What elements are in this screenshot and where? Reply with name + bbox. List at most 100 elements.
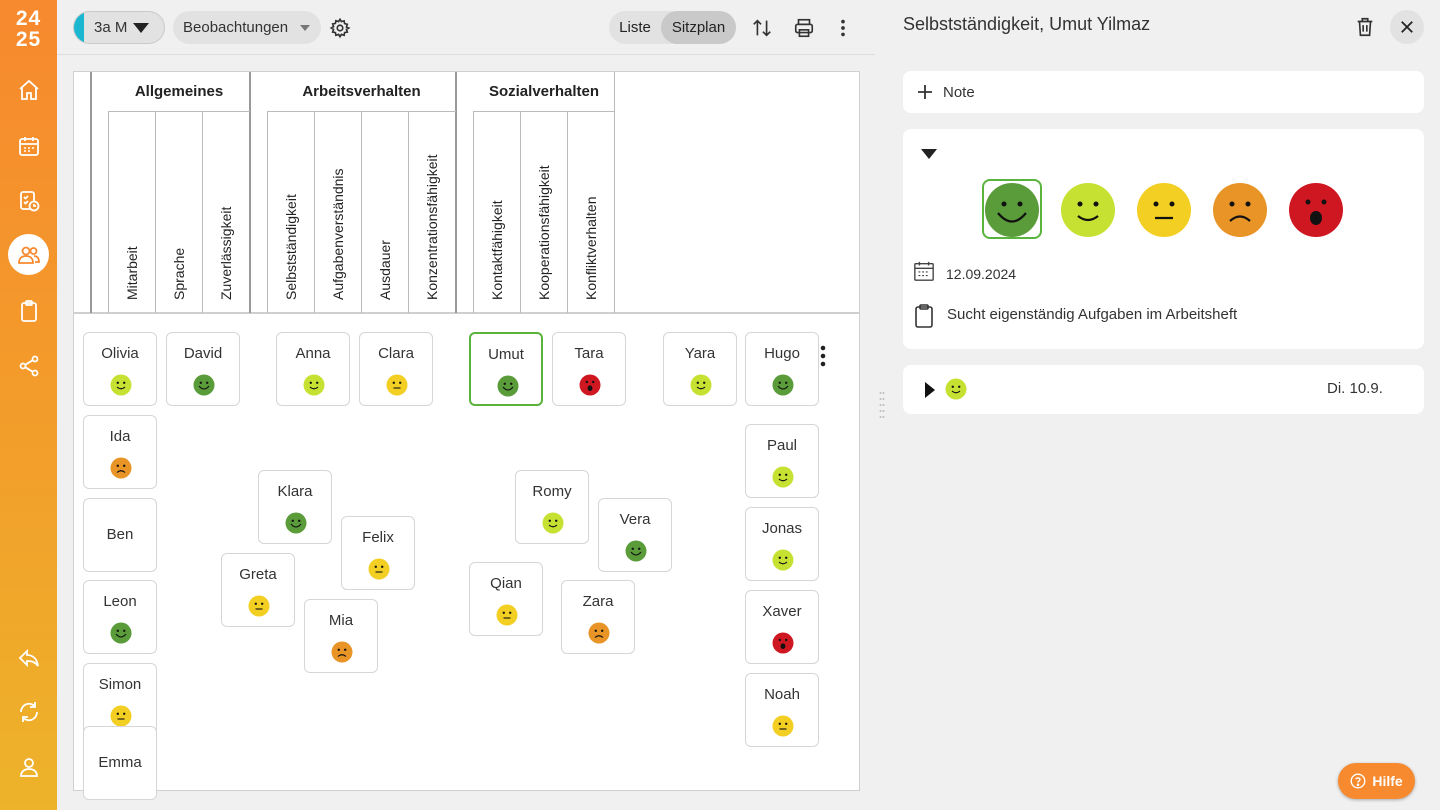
seat-vera[interactable]: Vera [598,498,672,572]
rating-bad-icon[interactable] [1212,182,1268,238]
rating-very-good-icon[interactable] [984,182,1040,238]
student-name: Simon [98,676,142,693]
rating-very-good-icon[interactable] [497,375,519,397]
task-clock-icon[interactable] [8,180,49,221]
rating-very-bad-icon[interactable] [1288,182,1344,238]
rating-bad-icon[interactable] [588,622,610,644]
toggle-liste[interactable]: Liste [609,11,661,44]
column-zuverlaessigkeit[interactable]: Zuverlässigkeit [218,207,234,300]
sort-button[interactable] [746,12,778,44]
observation-date[interactable]: 12.09.2024 [946,266,1016,282]
view-select[interactable]: Beobachtungen [173,11,321,44]
seat-ida[interactable]: Ida [83,415,157,489]
seat-umut[interactable]: Umut [469,332,543,406]
share-icon[interactable] [8,345,49,386]
user-icon[interactable] [8,746,49,787]
seat-olivia[interactable]: Olivia [83,332,157,406]
rating-good-icon[interactable] [772,549,794,571]
column-aufgabenverstaendnis[interactable]: Aufgabenverständnis [330,168,346,300]
column-selbststaendigkeit[interactable]: Selbstständigkeit [283,194,299,300]
history-entry[interactable]: Di. 10.9. [903,365,1424,414]
seat-clara[interactable]: Clara [359,332,433,406]
column-mitarbeit[interactable]: Mitarbeit [124,246,140,300]
rating-good-icon[interactable] [110,374,132,396]
clipboard-icon[interactable] [8,290,49,331]
rating-neutral-icon[interactable] [496,604,518,626]
collapse-toggle-icon[interactable] [921,149,937,159]
panel-resize-handle[interactable] [879,390,885,420]
student-name: David [183,345,223,362]
calendar-icon[interactable] [8,125,49,166]
rating-neutral-icon[interactable] [368,558,390,580]
seat-noah[interactable]: Noah [745,673,819,747]
seat-mia[interactable]: Mia [304,599,378,673]
student-name: Leon [103,593,137,610]
group-sozialverhalten: Sozialverhalten [488,83,600,100]
rating-neutral-icon[interactable] [110,705,132,727]
history-rating-good-icon [945,378,967,400]
seat-ben[interactable]: Ben [83,498,157,572]
rating-good-icon[interactable] [772,466,794,488]
rating-very-good-icon[interactable] [193,374,215,396]
delete-button[interactable] [1348,10,1382,44]
rating-very-good-icon[interactable] [772,374,794,396]
seat-xaver[interactable]: Xaver [745,590,819,664]
help-button[interactable]: Hilfe [1338,763,1415,799]
seat-leon[interactable]: Leon [83,580,157,654]
seat-jonas[interactable]: Jonas [745,507,819,581]
rating-good-icon[interactable] [690,374,712,396]
rating-good-icon[interactable] [303,374,325,396]
column-ausdauer[interactable]: Ausdauer [377,240,393,300]
students-icon[interactable] [8,234,49,275]
seat-yara[interactable]: Yara [663,332,737,406]
rating-neutral-icon[interactable] [248,595,270,617]
settings-button[interactable] [324,12,356,44]
back-icon[interactable] [8,637,49,678]
seat-tara[interactable]: Tara [552,332,626,406]
seat-hugo[interactable]: Hugo [745,332,819,406]
seat-emma[interactable]: Emma [83,726,157,800]
seat-greta[interactable]: Greta [221,553,295,627]
rating-neutral-icon[interactable] [772,715,794,737]
rating-very-good-icon[interactable] [625,540,647,562]
help-icon [1350,773,1366,789]
seat-klara[interactable]: Klara [258,470,332,544]
column-konzentrationsfaehigkeit[interactable]: Konzentrationsfähigkeit [424,154,440,300]
column-konfliktverhalten[interactable]: Konfliktverhalten [583,196,599,300]
seat-zara[interactable]: Zara [561,580,635,654]
rating-neutral-icon[interactable] [386,374,408,396]
seat-david[interactable]: David [166,332,240,406]
rating-very-good-icon[interactable] [110,622,132,644]
rating-good-icon[interactable] [1060,182,1116,238]
column-kontaktfaehigkeit[interactable]: Kontaktfähigkeit [489,200,505,300]
rating-neutral-icon[interactable] [1136,182,1192,238]
class-selector[interactable]: 3a M [73,11,165,44]
sync-icon[interactable] [8,691,49,732]
rating-bad-icon[interactable] [110,457,132,479]
seat-anna[interactable]: Anna [276,332,350,406]
seat-plan-more-icon[interactable] [820,345,826,367]
expand-toggle-icon[interactable] [925,382,935,398]
add-note-button[interactable]: Note [903,71,1424,113]
student-name: Zara [582,593,614,610]
seat-paul[interactable]: Paul [745,424,819,498]
home-icon[interactable] [8,69,49,110]
column-kooperationsfaehigkeit[interactable]: Kooperationsfähigkeit [536,165,552,300]
school-year[interactable]: 24 25 [0,8,57,50]
toggle-sitzplan[interactable]: Sitzplan [661,11,736,44]
observation-note[interactable]: Sucht eigenständig Aufgaben im Arbeitshe… [947,306,1237,323]
column-sprache[interactable]: Sprache [171,248,187,300]
print-button[interactable] [788,12,820,44]
student-name: Mia [328,612,354,629]
seat-felix[interactable]: Felix [341,516,415,590]
rating-very-good-icon[interactable] [285,512,307,534]
rating-good-icon[interactable] [542,512,564,534]
rating-bad-icon[interactable] [331,641,353,663]
student-name: Yara [684,345,716,362]
rating-very-bad-icon[interactable] [772,632,794,654]
seat-romy[interactable]: Romy [515,470,589,544]
rating-very-bad-icon[interactable] [579,374,601,396]
seat-qian[interactable]: Qian [469,562,543,636]
close-button[interactable] [1390,10,1424,44]
more-menu-button[interactable] [827,12,859,44]
